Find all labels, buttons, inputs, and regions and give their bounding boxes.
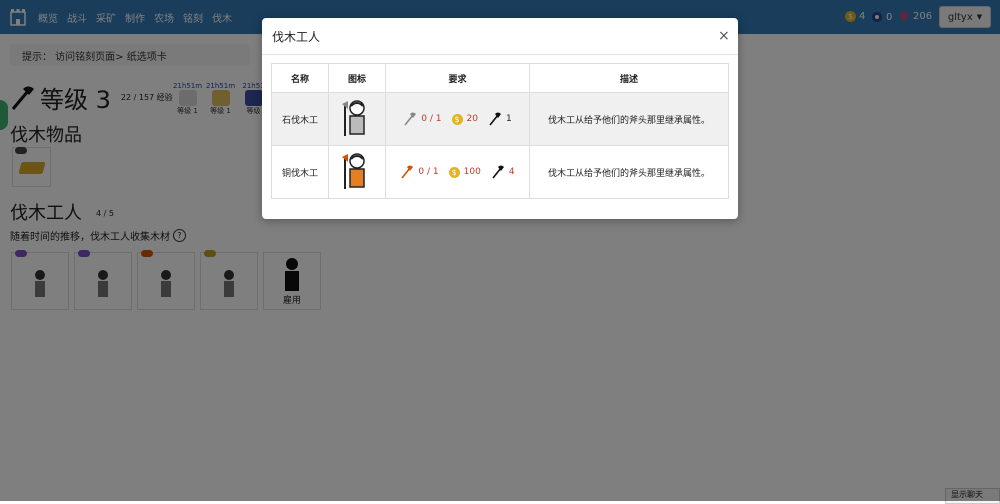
row-description: 伐木工从给予他们的斧头那里继承属性。 — [529, 145, 729, 199]
table-row[interactable]: 铜伐木工 0 / 1 $ 100 4 伐木工从给予他们的斧头那里继承属性。 — [271, 145, 729, 199]
copper-lumberjack-icon — [342, 152, 365, 189]
gold-coin-icon: $ — [448, 166, 460, 178]
modal-title: 伐木工人 — [272, 30, 321, 44]
header-requirements: 要求 — [385, 63, 530, 93]
header-name: 名称 — [271, 63, 329, 93]
stone-axe-icon — [404, 112, 417, 126]
row-name: 铜伐木工 — [271, 145, 329, 199]
row-description: 伐木工从给予他们的斧头那里继承属性。 — [529, 92, 729, 146]
stone-lumberjack-icon — [342, 99, 365, 136]
gold-cost: 20 — [466, 114, 478, 124]
lumberjack-modal: 伐木工人 × 名称 图标 要求 描述 石伐木工 0 / 1 $ 20 1 伐木工… — [262, 18, 738, 219]
level-required: 4 — [508, 167, 515, 177]
level-axe-icon — [492, 165, 504, 179]
header-description: 描述 — [529, 63, 729, 93]
row-requirements: 0 / 1 $ 100 4 — [385, 145, 530, 199]
axe-owned: 0 / 1 — [418, 167, 439, 177]
row-name: 石伐木工 — [271, 92, 329, 146]
gold-coin-icon: $ — [451, 113, 463, 125]
row-icon — [328, 145, 386, 199]
level-axe-icon — [489, 112, 501, 126]
close-icon[interactable]: × — [718, 29, 730, 43]
header-icon: 图标 — [328, 63, 386, 93]
lumberjack-table: 名称 图标 要求 描述 石伐木工 0 / 1 $ 20 1 伐木工从给予他们的斧… — [271, 63, 729, 199]
row-icon — [328, 92, 386, 146]
copper-axe-icon — [401, 165, 414, 179]
table-header-row: 名称 图标 要求 描述 — [271, 63, 729, 93]
level-required: 1 — [505, 114, 512, 124]
gold-cost: 100 — [463, 167, 481, 177]
row-requirements: 0 / 1 $ 20 1 — [385, 92, 530, 146]
axe-owned: 0 / 1 — [421, 114, 442, 124]
table-row[interactable]: 石伐木工 0 / 1 $ 20 1 伐木工从给予他们的斧头那里继承属性。 — [271, 92, 729, 146]
modal-header: 伐木工人 × — [262, 18, 738, 55]
